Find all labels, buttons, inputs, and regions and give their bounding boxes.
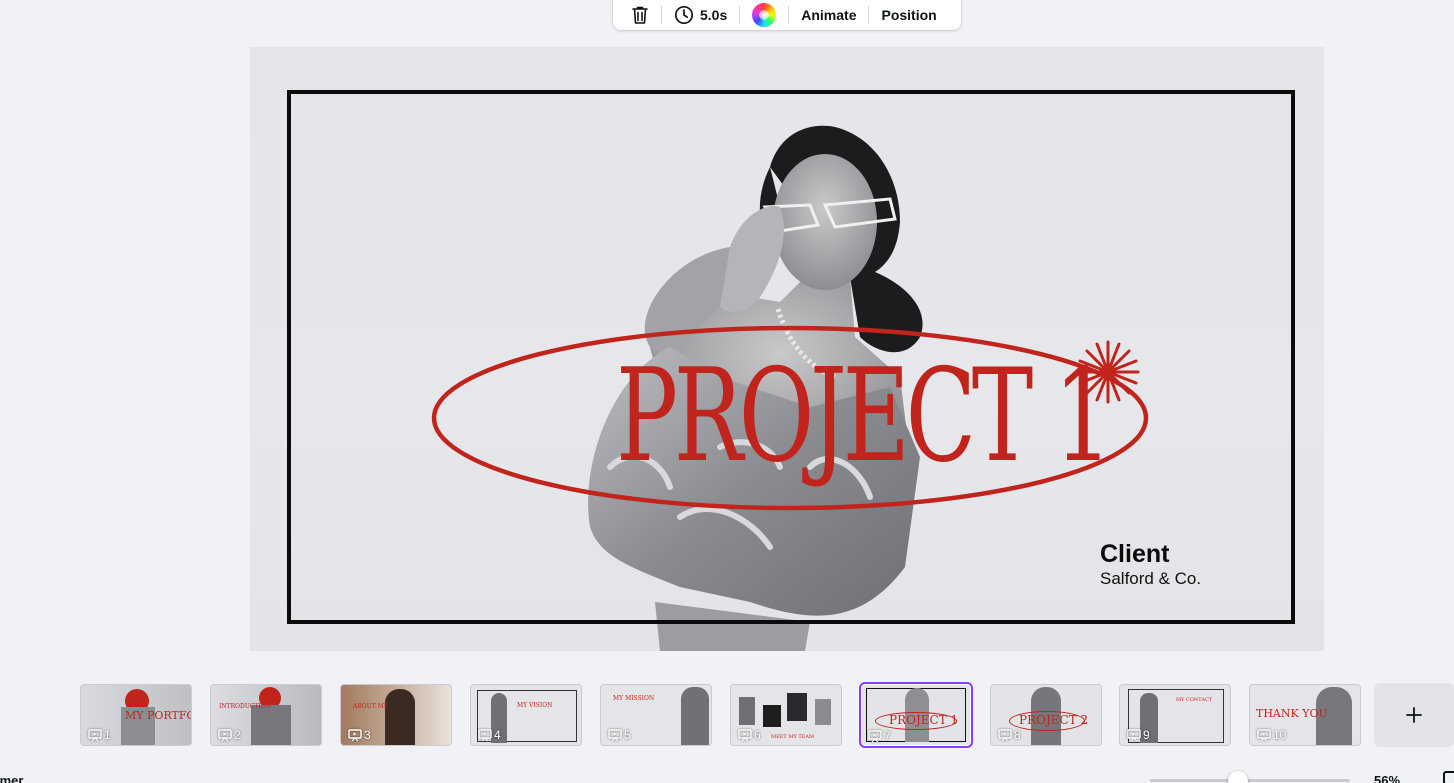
page-thumbnail[interactable]: MY MISSION 5 xyxy=(600,684,712,746)
timer-button[interactable]: imer xyxy=(0,773,23,783)
present-icon xyxy=(1127,728,1141,741)
thumb-caption: MY PORTFOLIO xyxy=(125,709,191,722)
page-number-label: 6 xyxy=(754,728,761,742)
toolbar-divider xyxy=(868,6,870,24)
page-number: 1 xyxy=(88,728,111,742)
page-number: 3 xyxy=(348,728,371,742)
zoom-value[interactable]: 56% xyxy=(1374,773,1400,783)
page-number: 5 xyxy=(608,728,631,742)
slide-title[interactable]: PROJECT 1 xyxy=(616,347,1113,487)
duration-label: 5.0s xyxy=(700,7,728,23)
page-number-label: 1 xyxy=(104,728,111,742)
color-button[interactable] xyxy=(744,2,784,28)
client-label[interactable]: Client xyxy=(1100,540,1169,569)
color-wheel-icon xyxy=(752,3,777,27)
position-button[interactable]: Position xyxy=(873,2,944,28)
page-number-label: 3 xyxy=(364,728,371,742)
page-number-label: 2 xyxy=(234,728,241,742)
page-thumbnail[interactable]: THANK YOU 10 xyxy=(1249,684,1361,746)
present-icon xyxy=(868,729,882,742)
page-number-label: 4 xyxy=(494,728,501,742)
present-icon xyxy=(1257,728,1271,741)
page-thumbnail[interactable]: ABOUT ME 3 xyxy=(340,684,452,746)
page-number-label: 9 xyxy=(1143,728,1150,742)
page-thumbnail[interactable]: MY VISION 4 xyxy=(470,684,582,746)
add-page-button[interactable] xyxy=(1374,683,1454,747)
plus-icon xyxy=(1406,707,1422,723)
animate-button[interactable]: Animate xyxy=(793,2,864,28)
present-icon xyxy=(218,728,232,741)
client-name[interactable]: Salford & Co. xyxy=(1100,569,1201,589)
thumb-caption: THANK YOU xyxy=(1256,707,1328,720)
thumb-figure xyxy=(815,699,831,725)
thumb-caption: MY CONTACT xyxy=(1176,697,1213,703)
thumb-figure xyxy=(251,705,291,745)
page-number: 7 xyxy=(868,729,891,743)
present-icon xyxy=(738,728,752,741)
duration-button[interactable]: 5.0s xyxy=(666,2,735,28)
page-number: 6 xyxy=(738,728,761,742)
zoom-slider-handle[interactable] xyxy=(1228,771,1248,783)
page-number: 9 xyxy=(1127,728,1150,742)
page-thumbnail[interactable]: MEET MY TEAM 6 xyxy=(730,684,842,746)
present-icon xyxy=(998,728,1012,741)
element-toolbar: 5.0s Animate Position xyxy=(613,0,961,30)
trash-icon xyxy=(632,6,648,24)
pages-view-icon[interactable] xyxy=(1443,771,1454,783)
page-number-label: 10 xyxy=(1273,728,1287,742)
page-number: 10 xyxy=(1257,728,1286,742)
delete-button[interactable] xyxy=(623,2,657,28)
page-thumbnail-selected[interactable]: PROJECT 1 7 xyxy=(859,682,973,748)
thumb-caption: ABOUT ME xyxy=(353,703,389,710)
toolbar-divider xyxy=(661,6,662,24)
present-icon xyxy=(348,728,362,741)
thumb-figure xyxy=(385,689,415,745)
thumb-figure xyxy=(739,697,755,725)
page-number: 8 xyxy=(998,728,1021,742)
toolbar-divider xyxy=(788,6,790,24)
thumb-caption: PROJECT 1 xyxy=(889,713,959,727)
page-number: 2 xyxy=(218,728,241,742)
zoom-slider[interactable] xyxy=(1150,779,1350,782)
page-thumbnail[interactable]: MY PORTFOLIO 1 xyxy=(80,684,192,746)
present-icon xyxy=(608,728,622,741)
thumb-caption: PROJECT 2 xyxy=(1019,713,1089,727)
thumb-figure xyxy=(787,693,807,721)
page-number-label: 7 xyxy=(884,729,891,743)
page-number-label: 8 xyxy=(1014,728,1021,742)
page-number: 4 xyxy=(478,728,501,742)
slide-canvas[interactable]: PROJECT 1 Client Salford & Co. xyxy=(250,47,1324,651)
thumb-caption: INTRODUCTION xyxy=(219,703,272,710)
page-thumbnail[interactable]: PROJECT 2 8 xyxy=(990,684,1102,746)
thumb-figure xyxy=(681,687,709,745)
present-icon xyxy=(478,728,492,741)
present-icon xyxy=(88,728,102,741)
page-thumbnail[interactable]: MY CONTACT 9 xyxy=(1119,684,1231,746)
page-filmstrip: MY PORTFOLIO 1 INTRODUCTION 2 ABOUT ME 3… xyxy=(80,682,1454,748)
page-number-label: 5 xyxy=(624,728,631,742)
thumb-figure xyxy=(763,705,781,727)
page-thumbnail[interactable]: INTRODUCTION 2 xyxy=(210,684,322,746)
thumb-caption: MY VISION xyxy=(517,702,553,709)
thumb-caption: MEET MY TEAM xyxy=(771,734,815,740)
thumb-caption: MY MISSION xyxy=(613,695,655,702)
clock-icon xyxy=(674,5,694,25)
toolbar-divider xyxy=(739,6,741,24)
